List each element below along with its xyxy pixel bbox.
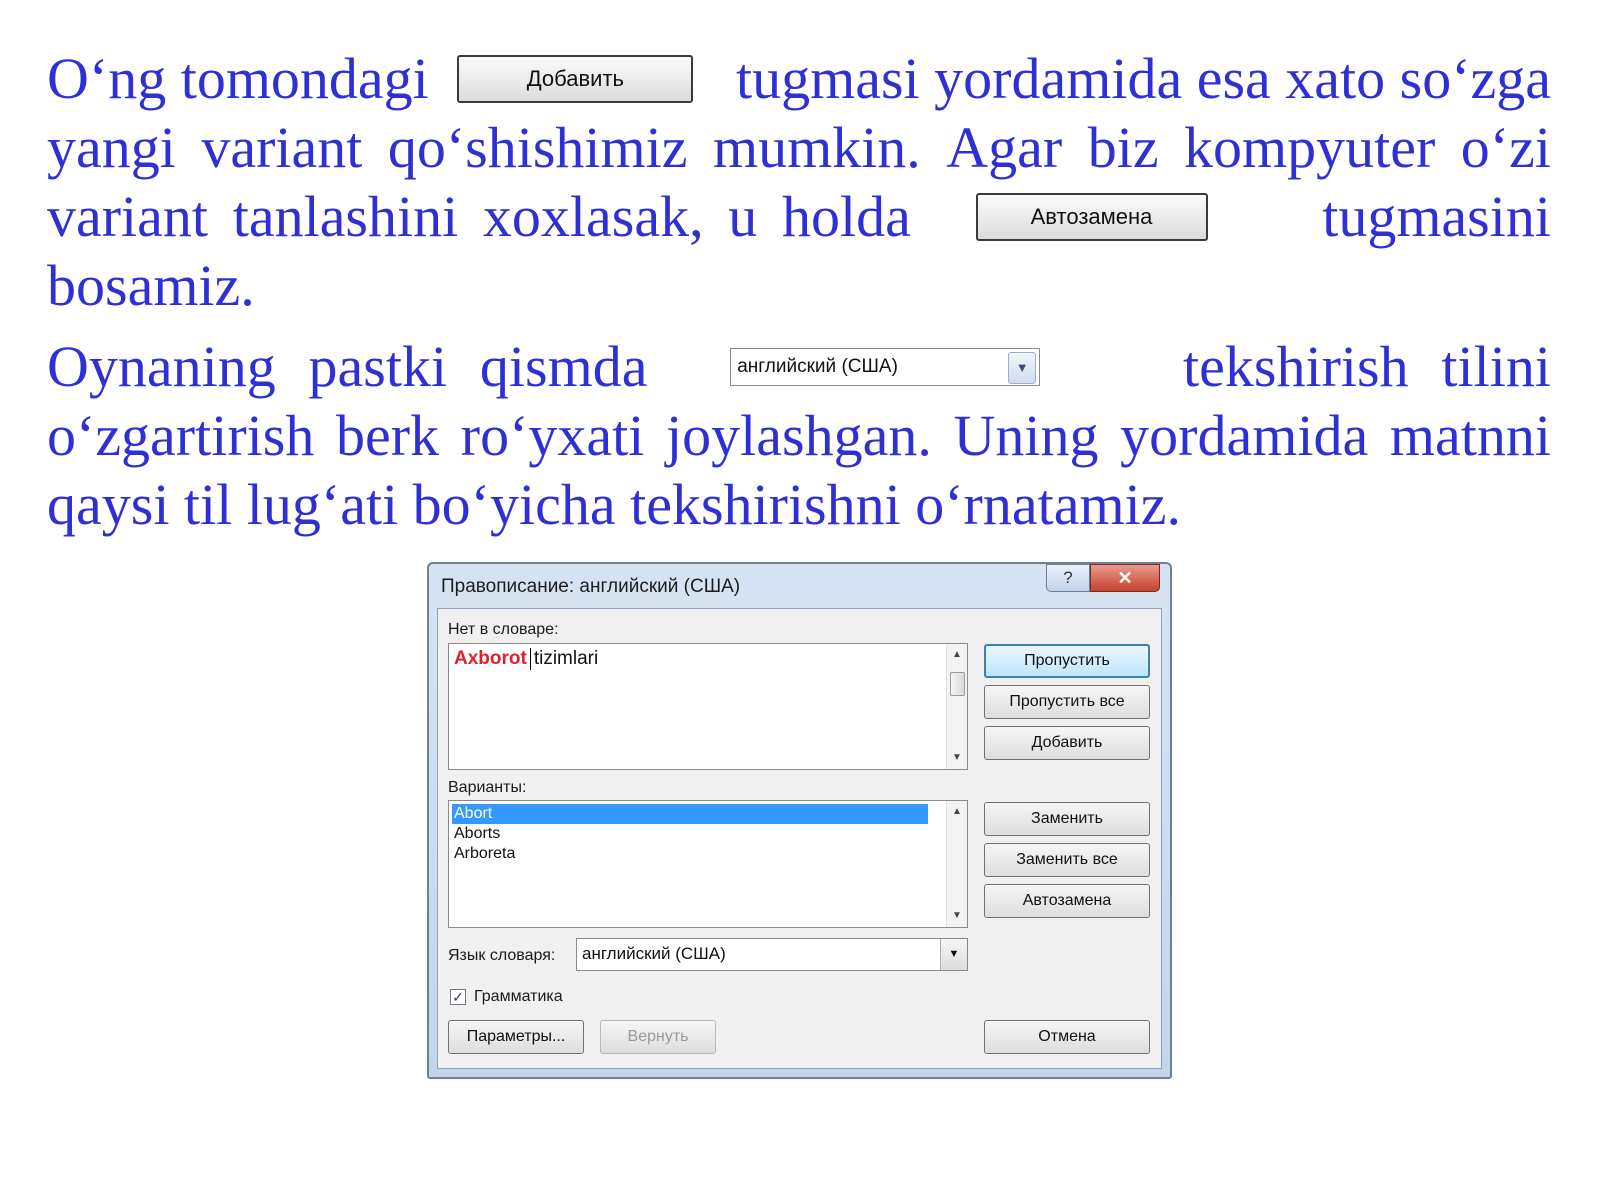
dialog-title: Правописание: английский (США)	[441, 576, 741, 597]
word: variant	[201, 115, 363, 180]
change-all-button[interactable]: Заменить все	[984, 843, 1150, 877]
cancel-button[interactable]: Отмена	[984, 1020, 1150, 1054]
sentence-text: Axborot tizimlari	[454, 648, 598, 670]
autocorrect-button[interactable]: Автозамена	[984, 884, 1150, 918]
add-to-dictionary-button[interactable]: Добавить	[984, 726, 1150, 760]
help-button[interactable]: ?	[1046, 564, 1090, 592]
word: mumkin.	[712, 115, 921, 180]
suggestion-item[interactable]: Arboreta	[452, 844, 928, 864]
dictionary-language-combo[interactable]: английский (США) ▼	[576, 938, 968, 971]
change-button[interactable]: Заменить	[984, 802, 1150, 836]
inline-language-select: английский (США) ▼	[730, 347, 1041, 386]
inline-add-button: Добавить	[457, 54, 694, 103]
word: yordamida	[1120, 403, 1369, 468]
word: variant	[47, 184, 209, 249]
text-segment: O‘ng tomondagi	[47, 46, 429, 111]
suggestion-item-selected[interactable]: Abort	[452, 804, 928, 824]
suggestion-item[interactable]: Aborts	[452, 824, 928, 844]
inline-autocorrect-button: Автозамена	[975, 192, 1208, 241]
suggestions-list[interactable]: Abort Aborts Arboreta ▲ ▼	[448, 800, 968, 928]
word: kompyuter	[1184, 115, 1436, 180]
text-segment: qaysi til lug‘ati bo‘yicha tekshirishni …	[47, 472, 1181, 537]
word: ro‘yxati	[460, 403, 645, 468]
word: Uning	[953, 403, 1099, 468]
word: Agar	[946, 115, 1063, 180]
options-button[interactable]: Параметры...	[448, 1020, 584, 1054]
undo-button[interactable]: Вернуть	[600, 1020, 716, 1054]
dialog-titlebar: Правописание: английский (США) ? ✕	[429, 564, 1170, 604]
word: tugmasini	[1322, 184, 1551, 249]
suggestions-scrollbar[interactable]: ▲ ▼	[946, 801, 967, 927]
scroll-down-icon[interactable]: ▼	[947, 749, 967, 767]
ignore-all-button[interactable]: Пропустить все	[984, 685, 1150, 719]
close-icon: ✕	[1117, 567, 1133, 588]
paragraph-1-line-2: yangi variant qo‘shishimiz mumkin. Agar …	[47, 113, 1551, 182]
word: xoxlasak,	[482, 184, 704, 249]
not-in-dictionary-textbox[interactable]: Axborot tizimlari ▲ ▼	[448, 643, 968, 770]
word: biz	[1087, 115, 1159, 180]
text-segment: bosamiz.	[47, 253, 255, 318]
word: o‘zgartirish	[47, 403, 315, 468]
text-segment: tugmasi yordamida esa xato so‘zga	[736, 46, 1551, 111]
word: berk	[336, 403, 440, 468]
paragraph-2-line-3: qaysi til lug‘ati bo‘yicha tekshirishni …	[47, 470, 1551, 539]
scroll-thumb[interactable]	[950, 672, 965, 696]
checkmark-icon: ✓	[452, 989, 464, 1005]
dictionary-language-label: Язык словаря:	[448, 947, 556, 964]
paragraph-2: Oynaning pastki qismda английский (США) …	[47, 332, 1551, 539]
paragraph-2-line-1: Oynaning pastki qismda английский (США) …	[47, 332, 1551, 401]
word: qismda	[479, 334, 648, 399]
error-word: Axborot	[454, 648, 527, 670]
dictionary-language-value: английский (США)	[582, 944, 726, 963]
word: holda	[781, 184, 911, 249]
paragraph-1: O‘ng tomondagi Добавить tugmasi yordamid…	[47, 44, 1551, 320]
not-in-dictionary-label: Нет в словаре:	[448, 621, 559, 638]
word: qo‘shishimiz	[387, 115, 688, 180]
word: tilini	[1441, 334, 1551, 399]
question-icon: ?	[1063, 568, 1073, 587]
word: tanlashini	[232, 184, 459, 249]
word: tekshirish	[1183, 334, 1409, 399]
word: joylashgan.	[666, 403, 932, 468]
grammar-label: Грамматика	[474, 988, 563, 1005]
word: matnni	[1389, 403, 1551, 468]
paragraph-1-line-4: bosamiz.	[47, 251, 1551, 320]
paragraph-2-line-2: o‘zgartirish berk ro‘yxati joylashgan. U…	[47, 401, 1551, 470]
dialog-client-area: Нет в словаре: Axborot tizimlari ▲ ▼ Вари…	[437, 608, 1162, 1069]
close-button[interactable]: ✕	[1090, 564, 1160, 592]
scroll-down-icon[interactable]: ▼	[947, 907, 967, 925]
scroll-up-icon[interactable]: ▲	[947, 803, 967, 821]
word: o‘zi	[1460, 115, 1551, 180]
inline-language-select-value: английский (США)	[737, 356, 898, 377]
word: yangi	[47, 115, 176, 180]
text-caret	[529, 648, 531, 670]
ignore-button[interactable]: Пропустить	[984, 644, 1150, 678]
paragraph-1-line-3: variant tanlashini xoxlasak, u holda Авт…	[47, 182, 1551, 251]
chevron-down-icon: ▼	[1008, 351, 1037, 384]
spelling-dialog: Правописание: английский (США) ? ✕ Нет в…	[427, 562, 1172, 1079]
suggestions-label: Варианты:	[448, 779, 527, 796]
sentence-rest: tizimlari	[533, 648, 599, 670]
word: u	[728, 184, 758, 249]
scroll-up-icon[interactable]: ▲	[947, 646, 967, 664]
paragraph-1-line-1: O‘ng tomondagi Добавить tugmasi yordamid…	[47, 44, 1551, 113]
word: pastki	[308, 334, 448, 399]
grammar-checkbox[interactable]: ✓	[450, 989, 466, 1005]
word: Oynaning	[47, 334, 276, 399]
textbox-scrollbar[interactable]: ▲ ▼	[946, 644, 967, 769]
chevron-down-icon[interactable]: ▼	[940, 939, 967, 970]
